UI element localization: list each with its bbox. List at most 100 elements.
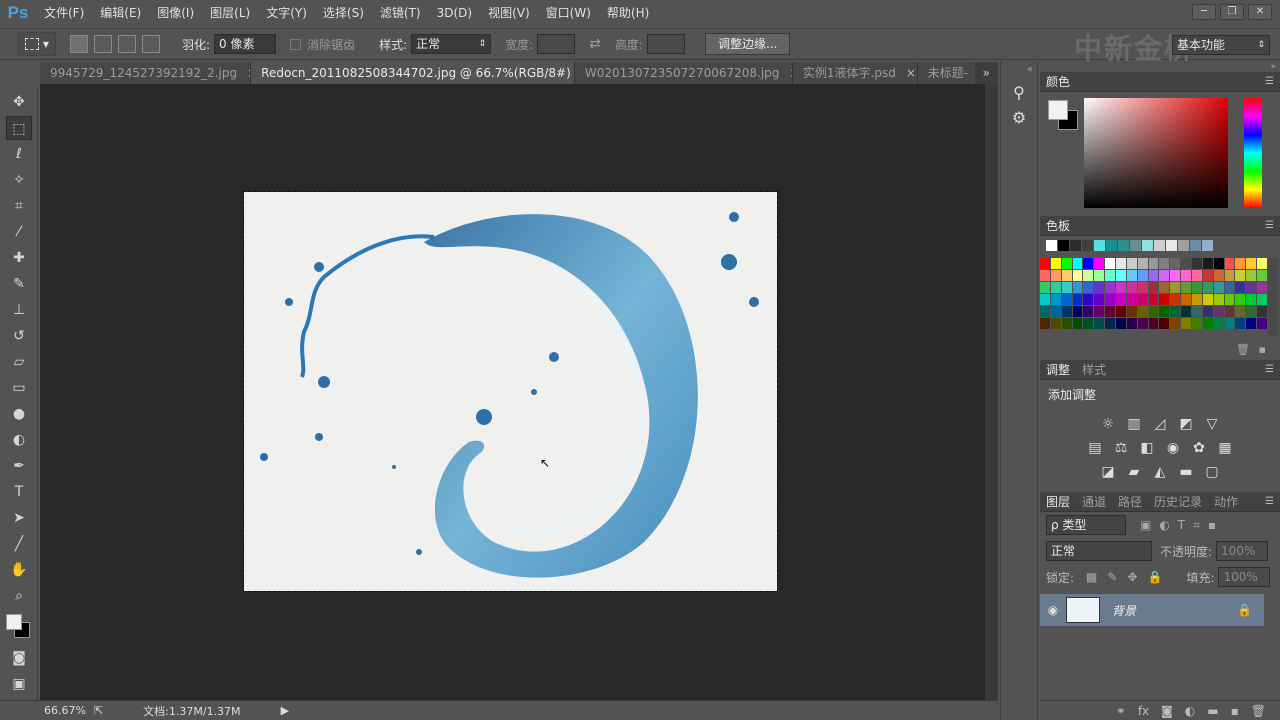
swatch[interactable]: [1061, 282, 1072, 293]
swatches-scrollbar[interactable]: [1268, 258, 1278, 336]
channel-mixer-icon[interactable]: ✿: [1190, 439, 1208, 457]
swatch[interactable]: [1213, 318, 1224, 329]
intersect-selection-icon[interactable]: [142, 35, 160, 53]
swatch[interactable]: [1181, 258, 1192, 269]
brush-presets-icon[interactable]: ⚲: [1001, 83, 1037, 102]
swatch[interactable]: [1105, 270, 1116, 281]
swatch[interactable]: [1246, 258, 1257, 269]
swatch[interactable]: [1046, 240, 1057, 251]
brightness-icon[interactable]: ☼: [1099, 415, 1117, 433]
swatch[interactable]: [1094, 318, 1105, 329]
width-input[interactable]: [537, 34, 576, 54]
foreground-color-swatch[interactable]: [1048, 100, 1068, 120]
swatch[interactable]: [1257, 282, 1268, 293]
tabs-overflow-icon[interactable]: »: [975, 62, 998, 84]
style-select[interactable]: 正常 ⇕: [411, 34, 492, 54]
menu-item[interactable]: 帮助(H): [599, 0, 657, 26]
refine-edge-button[interactable]: 调整边缘...: [704, 33, 791, 55]
marquee-tool-icon[interactable]: ⬚: [6, 116, 32, 140]
swatch[interactable]: [1105, 318, 1116, 329]
swatch[interactable]: [1105, 258, 1116, 269]
swatch[interactable]: [1083, 282, 1094, 293]
menu-item[interactable]: 图像(I): [149, 0, 202, 26]
vertical-scrollbar[interactable]: [985, 84, 998, 700]
tab-styles[interactable]: 样式: [1076, 361, 1112, 378]
marquee-tool-preset[interactable]: ▼: [18, 32, 56, 56]
blend-mode-select[interactable]: 正常: [1046, 541, 1152, 561]
add-mask-icon[interactable]: ◙: [1161, 704, 1173, 718]
swatch[interactable]: [1159, 282, 1170, 293]
swatch[interactable]: [1083, 318, 1094, 329]
swatch[interactable]: [1137, 318, 1148, 329]
layer-row-background[interactable]: ◉ 背景 🔒: [1040, 594, 1264, 626]
tab-doc-3[interactable]: W020130723507270067208.jpg×: [574, 62, 793, 84]
swatch[interactable]: [1061, 318, 1072, 329]
swatch[interactable]: [1192, 318, 1202, 329]
workspace-select[interactable]: 基本功能 ⇕: [1172, 35, 1270, 55]
swatch[interactable]: [1202, 294, 1213, 305]
line-tool-icon[interactable]: ╱: [6, 532, 32, 556]
swatch[interactable]: [1094, 282, 1105, 293]
menu-item[interactable]: 图层(L): [202, 0, 258, 26]
panel-menu-icon[interactable]: ☰: [1265, 76, 1274, 87]
swatch[interactable]: [1178, 240, 1189, 251]
path-selection-tool-icon[interactable]: ➤: [6, 506, 32, 530]
swatch[interactable]: [1058, 240, 1069, 251]
swatch[interactable]: [1181, 282, 1192, 293]
tab-doc-5[interactable]: 未标题-: [917, 62, 975, 84]
brush-tool-icon[interactable]: ✎: [6, 272, 32, 296]
swatch[interactable]: [1050, 318, 1061, 329]
swatch[interactable]: [1257, 306, 1268, 317]
swatch[interactable]: [1050, 294, 1061, 305]
menu-item[interactable]: 窗口(W): [538, 0, 599, 26]
foreground-color-swatch[interactable]: [6, 614, 22, 630]
swatch[interactable]: [1159, 306, 1170, 317]
swatch[interactable]: [1116, 258, 1126, 269]
tab-paths[interactable]: 路径: [1112, 493, 1148, 510]
swatch[interactable]: [1126, 306, 1137, 317]
swatch[interactable]: [1154, 240, 1165, 251]
panel-collapse-icon[interactable]: »: [1040, 62, 1280, 72]
swatch[interactable]: [1137, 258, 1148, 269]
swatch[interactable]: [1050, 306, 1061, 317]
swatch[interactable]: [1246, 270, 1257, 281]
export-icon[interactable]: ⇱: [94, 704, 103, 717]
color-balance-icon[interactable]: ⚖: [1112, 439, 1130, 457]
swatch[interactable]: [1116, 306, 1126, 317]
swatch[interactable]: [1126, 294, 1137, 305]
swatch[interactable]: [1050, 270, 1061, 281]
swatch[interactable]: [1137, 306, 1148, 317]
swatch[interactable]: [1159, 318, 1170, 329]
swatch[interactable]: [1202, 258, 1213, 269]
swatch[interactable]: [1235, 294, 1246, 305]
swatch[interactable]: [1235, 258, 1246, 269]
invert-icon[interactable]: ◪: [1099, 463, 1117, 481]
swatch[interactable]: [1181, 270, 1192, 281]
swatch[interactable]: [1082, 240, 1093, 251]
swatch[interactable]: [1190, 240, 1201, 251]
swatch[interactable]: [1083, 306, 1094, 317]
swatch[interactable]: [1094, 294, 1105, 305]
swatch[interactable]: [1181, 306, 1192, 317]
swatch[interactable]: [1246, 282, 1257, 293]
swatch[interactable]: [1257, 318, 1268, 329]
color-lookup-icon[interactable]: ▦: [1216, 439, 1234, 457]
tab-doc-2[interactable]: Redocn_2011082508344702.jpg @ 66.7%(RGB/…: [251, 62, 575, 84]
swatch[interactable]: [1148, 270, 1159, 281]
swatch[interactable]: [1213, 270, 1224, 281]
antialias-checkbox[interactable]: 消除锯齿: [290, 36, 355, 53]
swatch[interactable]: [1130, 240, 1141, 251]
swatch[interactable]: [1116, 318, 1126, 329]
swatch[interactable]: [1040, 318, 1050, 329]
swatch[interactable]: [1072, 306, 1083, 317]
threshold-icon[interactable]: ◭: [1151, 463, 1169, 481]
add-selection-icon[interactable]: [94, 35, 112, 53]
black-white-icon[interactable]: ◧: [1138, 439, 1156, 457]
swatch[interactable]: [1137, 270, 1148, 281]
swatch[interactable]: [1050, 282, 1061, 293]
tool-presets-icon[interactable]: ⚙: [1001, 108, 1037, 127]
swatch[interactable]: [1040, 282, 1050, 293]
layer-filter-icons[interactable]: ▣◐T⌗▪: [1140, 518, 1224, 533]
swatch[interactable]: [1224, 294, 1235, 305]
swatch[interactable]: [1148, 282, 1159, 293]
